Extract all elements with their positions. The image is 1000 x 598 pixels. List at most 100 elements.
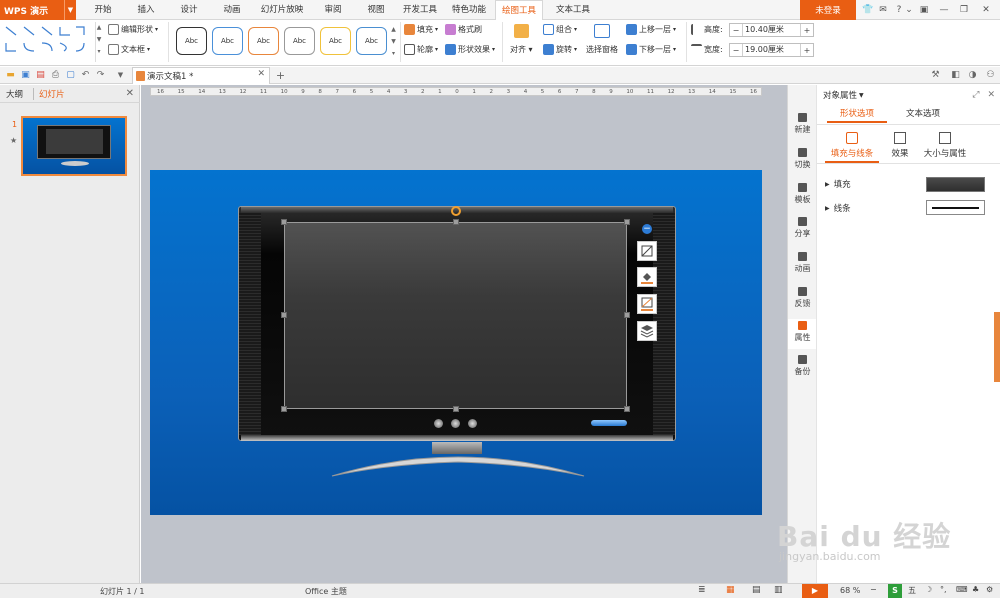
tab-shape-options[interactable]: 形状选项 <box>827 106 887 123</box>
selection-pane-button[interactable]: 选择窗格 <box>586 24 618 55</box>
close-tab-icon[interactable]: ✕ <box>257 69 265 79</box>
open-icon[interactable]: ▬ <box>5 70 16 81</box>
settings-icon[interactable]: ⚙ <box>986 585 993 594</box>
tab-slides[interactable]: 幻灯片 <box>33 87 65 100</box>
resize-handle[interactable] <box>281 312 287 318</box>
close-icon[interactable]: ✕ <box>987 90 995 100</box>
shape-effects-button[interactable]: 形状效果 ▾ <box>445 44 495 55</box>
chevron-down-icon[interactable]: ▼ <box>64 0 76 20</box>
sidebar-item-template[interactable]: 模板 <box>788 181 817 211</box>
collapse-tools-icon[interactable]: − <box>642 224 652 234</box>
textbox-button[interactable]: 文本框 ▾ <box>108 44 150 55</box>
punctuation-icon[interactable]: °, <box>940 585 947 594</box>
edit-shape-button[interactable]: 编辑形状 ▾ <box>108 24 158 35</box>
tab-special[interactable]: 特色功能 <box>450 0 488 20</box>
width-input[interactable]: −19.00厘米 + <box>729 43 814 57</box>
shape-gallery-scroll[interactable]: ▲ ▼ ▾ <box>95 22 102 62</box>
slide-canvas[interactable]: − <box>150 170 762 515</box>
close-icon[interactable]: ✕ <box>980 4 992 16</box>
restore-ribbon-icon[interactable]: ▣ <box>918 4 930 16</box>
login-button[interactable]: 未登录 <box>800 0 856 20</box>
tab-size-properties[interactable]: 大小与属性 <box>921 132 969 159</box>
new-tab-icon[interactable]: + <box>275 70 286 81</box>
sidebar-item-share[interactable]: 分享 <box>788 215 817 245</box>
input-method-icon[interactable]: S <box>888 584 902 598</box>
chevron-down-icon[interactable]: ⌄ <box>903 4 915 16</box>
zoom-level[interactable]: 68 % <box>840 586 860 595</box>
resize-handle[interactable] <box>281 219 287 225</box>
align-button[interactable]: 对齐 ▾ <box>510 24 533 55</box>
panel-collapse-handle[interactable] <box>994 312 1000 382</box>
app-menu-button[interactable]: WPS 演示 ▼ <box>0 0 76 20</box>
chevron-down-icon[interactable]: ▼ <box>859 92 864 99</box>
shape-gallery[interactable] <box>4 24 94 56</box>
style-gallery-scroll[interactable]: ▲ ▼ ▾ <box>390 24 397 60</box>
tab-fill-line[interactable]: 填充与线条 <box>825 132 879 163</box>
tab-review[interactable]: 审阅 <box>320 0 346 20</box>
style-preset-6[interactable]: Abc <box>356 27 387 55</box>
preview-icon[interactable]: ▢ <box>65 70 76 81</box>
tab-home[interactable]: 开始 <box>90 0 116 20</box>
keyboard-icon[interactable]: ⌨ <box>956 585 968 594</box>
tab-slideshow[interactable]: 幻灯片放映 <box>258 0 306 20</box>
height-input[interactable]: −10.40厘米 + <box>729 23 814 37</box>
group-button[interactable]: 组合 ▾ <box>543 24 577 35</box>
resize-handle[interactable] <box>624 219 630 225</box>
slide-thumbnail-1[interactable] <box>21 116 127 176</box>
sidebar-item-new[interactable]: 新建 <box>788 111 817 141</box>
increment-button[interactable]: + <box>801 26 813 35</box>
resize-handle[interactable] <box>624 312 630 318</box>
rotate-handle-icon[interactable] <box>451 206 461 216</box>
style-preset-5[interactable]: Abc <box>320 27 351 55</box>
undo-icon[interactable]: ↶ <box>80 70 91 81</box>
resize-handle[interactable] <box>453 406 459 412</box>
moon-icon[interactable]: ☽ <box>925 585 932 594</box>
fill-button[interactable]: 填充 ▾ <box>404 24 438 35</box>
tab-text-options[interactable]: 文本选项 <box>893 106 953 123</box>
style-preset-3[interactable]: Abc <box>248 27 279 55</box>
fill-bucket-icon[interactable] <box>637 267 657 287</box>
bring-forward-button[interactable]: 上移一层 ▾ <box>626 24 676 35</box>
sidebar-item-backup[interactable]: 备份 <box>788 353 817 383</box>
outline-button[interactable]: 轮廓 ▾ <box>404 44 438 55</box>
document-tab[interactable]: 演示文稿1 * ✕ <box>132 67 270 84</box>
style-preset-4[interactable]: Abc <box>284 27 315 55</box>
ime-wubi-icon[interactable]: 五 <box>908 585 916 596</box>
tab-outline[interactable]: 大纲 <box>6 88 23 100</box>
tab-view[interactable]: 视图 <box>363 0 389 20</box>
print-icon[interactable]: ⎙ <box>50 70 61 81</box>
line-section-toggle[interactable]: ▶ 线条 <box>825 202 851 214</box>
line-style-swatch[interactable] <box>926 200 985 215</box>
redo-icon[interactable]: ↷ <box>95 70 106 81</box>
style-preset-1[interactable]: Abc <box>176 27 207 55</box>
minimize-icon[interactable]: — <box>938 4 950 16</box>
rotate-button[interactable]: 旋转 ▾ <box>543 44 577 55</box>
customize-toolbar-icon[interactable]: ▼ <box>115 70 126 81</box>
user-icon[interactable]: ⚇ <box>985 70 996 81</box>
outline-pen-icon[interactable] <box>637 294 657 314</box>
save-icon[interactable]: ▣ <box>20 70 31 81</box>
resize-handle[interactable] <box>281 406 287 412</box>
sidebar-item-transition[interactable]: 切换 <box>788 146 817 176</box>
fill-color-swatch[interactable] <box>926 177 985 192</box>
maximize-icon[interactable]: ❐ <box>958 4 970 16</box>
style-preset-2[interactable]: Abc <box>212 27 243 55</box>
notes-icon[interactable]: ≣ <box>698 585 706 595</box>
sorter-view-icon[interactable]: ▤ <box>752 585 761 595</box>
dock-icon[interactable]: ⤢ <box>972 90 979 100</box>
skin-icon[interactable]: 👕 <box>862 4 874 16</box>
layers-icon[interactable] <box>637 321 657 341</box>
sidebar-item-feedback[interactable]: 反馈 <box>788 285 817 315</box>
decrement-button[interactable]: − <box>730 46 742 55</box>
send-backward-button[interactable]: 下移一层 ▾ <box>626 44 676 55</box>
panel-title[interactable]: 对象属性 <box>823 89 857 101</box>
tab-drawing-tools[interactable]: 绘图工具 <box>495 0 543 21</box>
tab-insert[interactable]: 插入 <box>133 0 159 20</box>
sidebar-item-animation[interactable]: 动画 <box>788 250 817 280</box>
sync-icon[interactable]: ◑ <box>967 70 978 81</box>
resize-handle[interactable] <box>453 219 459 225</box>
tab-developer[interactable]: 开发工具 <box>401 0 439 20</box>
tab-animation[interactable]: 动画 <box>219 0 245 20</box>
tab-text-tools[interactable]: 文本工具 <box>551 0 595 20</box>
skin-icon[interactable]: ♣ <box>972 585 979 594</box>
